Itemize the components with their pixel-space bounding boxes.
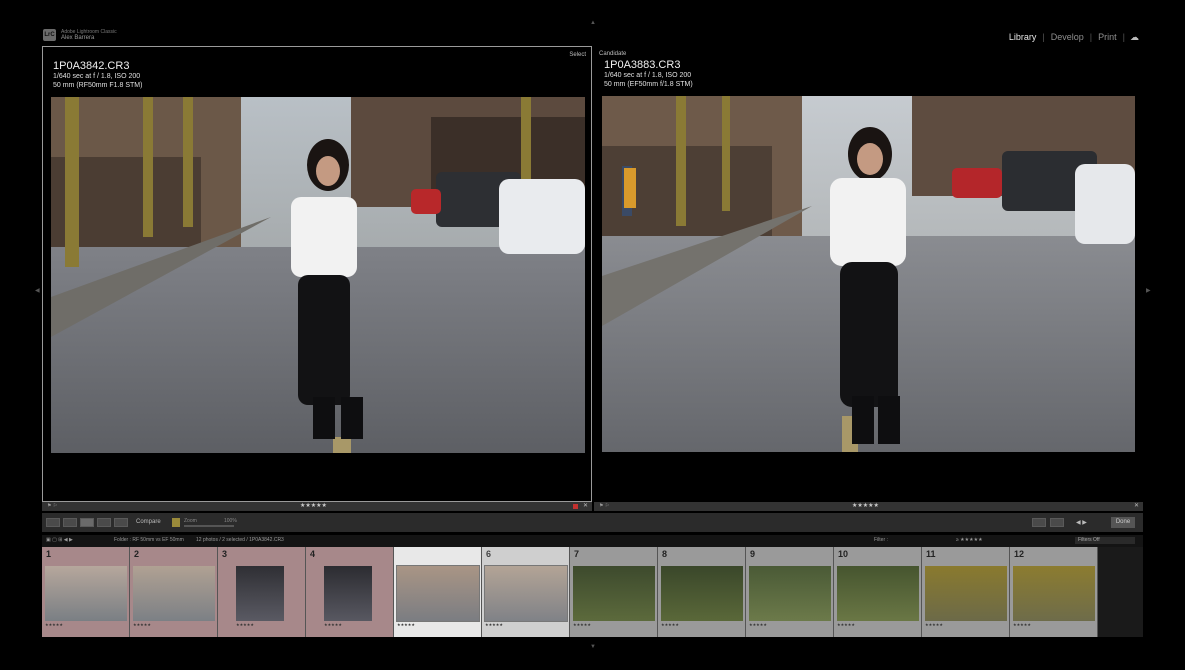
cloud-icon[interactable]: ☁: [1130, 32, 1139, 43]
flag-icon[interactable]: ⚑ ⚐: [47, 502, 57, 511]
filmstrip-cell[interactable]: 7 ★★★★★: [570, 547, 658, 637]
select-photo[interactable]: [51, 97, 585, 453]
thumbnail[interactable]: [396, 565, 480, 622]
thumbnail[interactable]: [837, 566, 919, 621]
flag-icon[interactable]: ⚑ ⚐: [599, 502, 609, 511]
thumbnail[interactable]: [1013, 566, 1095, 621]
candidate-lens: 50 mm (EF50mm f/1.8 STM): [604, 81, 693, 88]
select-label: Select: [569, 52, 586, 58]
selection-count: 12 photos / 2 selected / 1P0A3842.CR3: [196, 537, 284, 543]
top-bar: LrC Adobe Lightroom Classic Alex Barrera…: [0, 0, 1185, 46]
rating-filter[interactable]: ≥ ★★★★★: [956, 537, 983, 543]
color-label-red-icon[interactable]: [573, 504, 578, 509]
filmstrip-cell[interactable]: 3 ★★★★★: [218, 547, 306, 637]
collapse-right-arrow-icon[interactable]: ▶: [1146, 287, 1151, 294]
candidate-photo[interactable]: [602, 96, 1135, 452]
thumbnail[interactable]: [573, 566, 655, 621]
filmstrip-view-icons[interactable]: ▣ ▢ ⊞ ◀ ▶: [46, 537, 73, 543]
make-select-icon[interactable]: [1050, 518, 1064, 527]
zoom-slider[interactable]: [184, 525, 234, 527]
collapse-top-arrow-icon[interactable]: ▲: [590, 20, 596, 26]
thumbnail[interactable]: [45, 566, 127, 621]
folder-path[interactable]: Folder : RF 50mm vs EF 50mm: [114, 537, 184, 543]
close-candidate-icon[interactable]: ✕: [1134, 502, 1139, 511]
candidate-pane-strip: ⚑ ⚐ ★★★★★ ✕: [594, 502, 1143, 511]
thumbnail[interactable]: [484, 565, 568, 622]
grid-view-icon[interactable]: [46, 518, 60, 527]
filmstrip-cell[interactable]: 9 ★★★★★: [746, 547, 834, 637]
filmstrip-cell[interactable]: 2 ★★★★★: [130, 547, 218, 637]
filter-label: Filter :: [874, 537, 888, 543]
filmstrip-cell[interactable]: 10 ★★★★★: [834, 547, 922, 637]
select-lens: 50 mm (RF50mm F1.8 STM): [53, 82, 143, 89]
filters-off-dropdown[interactable]: Filters Off: [1075, 537, 1135, 544]
filmstrip-cell-selected[interactable]: 5 ★★★★★: [394, 547, 482, 637]
loupe-view-icon[interactable]: [63, 518, 77, 527]
filmstrip-cell[interactable]: 8 ★★★★★: [658, 547, 746, 637]
thumbnail[interactable]: [236, 566, 284, 621]
thumbnail[interactable]: [925, 566, 1007, 621]
thumbnail[interactable]: [661, 566, 743, 621]
select-exposure: 1/640 sec at f / 1.8, ISO 200: [53, 73, 141, 80]
survey-view-icon[interactable]: [97, 518, 111, 527]
filmstrip-cell-selected[interactable]: 6 ★★★★★: [482, 547, 570, 637]
select-rating[interactable]: ★★★★★: [300, 502, 327, 511]
filmstrip-cell[interactable]: 12 ★★★★★: [1010, 547, 1098, 637]
candidate-pane[interactable]: Candidate 1P0A3883.CR3 1/640 sec at f / …: [595, 46, 1143, 502]
module-print[interactable]: Print: [1092, 32, 1123, 42]
thumbnail[interactable]: [749, 566, 831, 621]
select-pane-strip: ⚑ ⚐ ★★★★★ ✕: [42, 502, 592, 511]
thumbnail[interactable]: [324, 566, 372, 621]
filmstrip-cell[interactable]: 1 ★★★★★: [42, 547, 130, 637]
lrc-logo: LrC: [43, 29, 56, 41]
module-picker: Library | Develop | Print |: [1003, 32, 1125, 42]
done-button[interactable]: Done: [1111, 517, 1135, 528]
select-pane[interactable]: Select 1P0A3842.CR3 1/640 sec at f / 1.8…: [42, 46, 592, 502]
candidate-exposure: 1/640 sec at f / 1.8, ISO 200: [604, 72, 692, 79]
thumbnail[interactable]: [133, 566, 215, 621]
zoom-label: Zoom: [184, 518, 197, 524]
zoom-percent: 100%: [224, 518, 237, 524]
prev-next-icon[interactable]: ◀ ▶: [1076, 519, 1087, 526]
close-select-icon[interactable]: ✕: [583, 502, 588, 511]
compare-view: Select 1P0A3842.CR3 1/640 sec at f / 1.8…: [42, 46, 1143, 502]
compare-view-icon[interactable]: [80, 518, 94, 527]
candidate-filename: 1P0A3883.CR3: [604, 59, 681, 71]
candidate-rating[interactable]: ★★★★★: [852, 502, 879, 511]
filmstrip-cell[interactable]: 4 ★★★★★: [306, 547, 394, 637]
filmstrip: 1 ★★★★★ 2 ★★★★★ 3 ★★★★★ 4 ★★★★★ 5 ★★★★★ …: [42, 547, 1143, 637]
user-name: Alex Barrera: [61, 35, 95, 41]
module-library[interactable]: Library: [1003, 32, 1043, 42]
select-filename: 1P0A3842.CR3: [53, 60, 130, 72]
candidate-label: Candidate: [599, 51, 627, 57]
lock-icon[interactable]: [172, 518, 180, 527]
toolbar: Compare Zoom 100% ◀ ▶ Done: [42, 513, 1143, 532]
module-develop[interactable]: Develop: [1045, 32, 1090, 42]
filmstrip-header: ▣ ▢ ⊞ ◀ ▶ Folder : RF 50mm vs EF 50mm 12…: [42, 535, 1143, 547]
candidate-info: 1P0A3883.CR3 1/640 sec at f / 1.8, ISO 2…: [604, 59, 693, 89]
collapse-left-arrow-icon[interactable]: ◀: [35, 287, 40, 294]
people-view-icon[interactable]: [114, 518, 128, 527]
select-info: 1P0A3842.CR3 1/640 sec at f / 1.8, ISO 2…: [53, 60, 142, 90]
compare-label: Compare: [136, 519, 161, 525]
collapse-bottom-arrow-icon[interactable]: ▼: [590, 644, 596, 650]
swap-icon[interactable]: [1032, 518, 1046, 527]
filmstrip-cell[interactable]: 11 ★★★★★: [922, 547, 1010, 637]
